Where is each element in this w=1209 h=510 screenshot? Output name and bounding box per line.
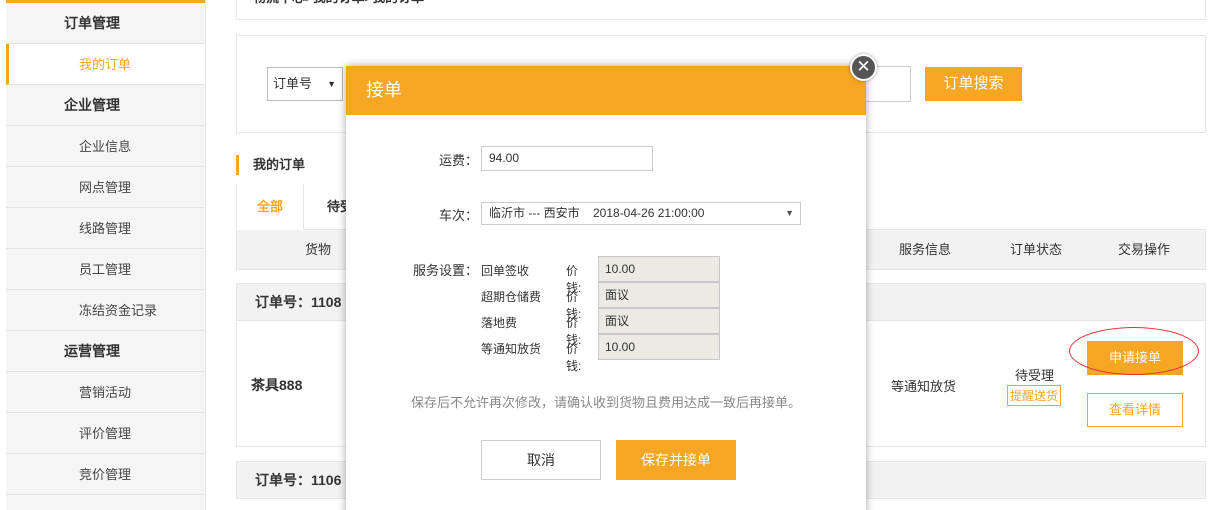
price-label: 价钱: [566,342,582,373]
freight-input[interactable]: 94.00 [481,146,653,171]
service-name: 落地费 [481,316,518,330]
service-name: 超期仓储费 [481,290,542,304]
modal-title: 接单 [346,66,866,115]
freight-label: 运费： [438,153,478,168]
save-accept-button[interactable]: 保存并接单 [616,440,736,480]
price-field: 10.00 [598,256,720,282]
trip-select[interactable]: 临沂市 --- 西安市 2018-04-26 21:00:00 ▼ [481,202,801,225]
trip-label: 车次： [438,208,478,223]
service-name: 回单签收 [481,264,530,278]
price-field: 面议 [598,282,720,308]
trip-value: 临沂市 --- 西安市 2018-04-26 21:00:00 [489,206,705,220]
cancel-button[interactable]: 取消 [481,440,601,480]
accept-order-modal: 接单 运费： 94.00 车次： 临沂市 --- 西安市 2018-04-26 … [346,66,866,510]
close-icon[interactable]: ✕ [850,54,877,81]
service-name: 等通知放货 [481,342,542,356]
price-field: 面议 [598,308,720,334]
service-settings-label: 服务设置： [412,263,478,278]
chevron-down-icon: ▼ [785,208,794,218]
price-field: 10.00 [598,334,720,360]
modal-notice: 保存后不允许再次修改，请确认收到货物且费用达成一致后再接单。 [410,395,801,410]
